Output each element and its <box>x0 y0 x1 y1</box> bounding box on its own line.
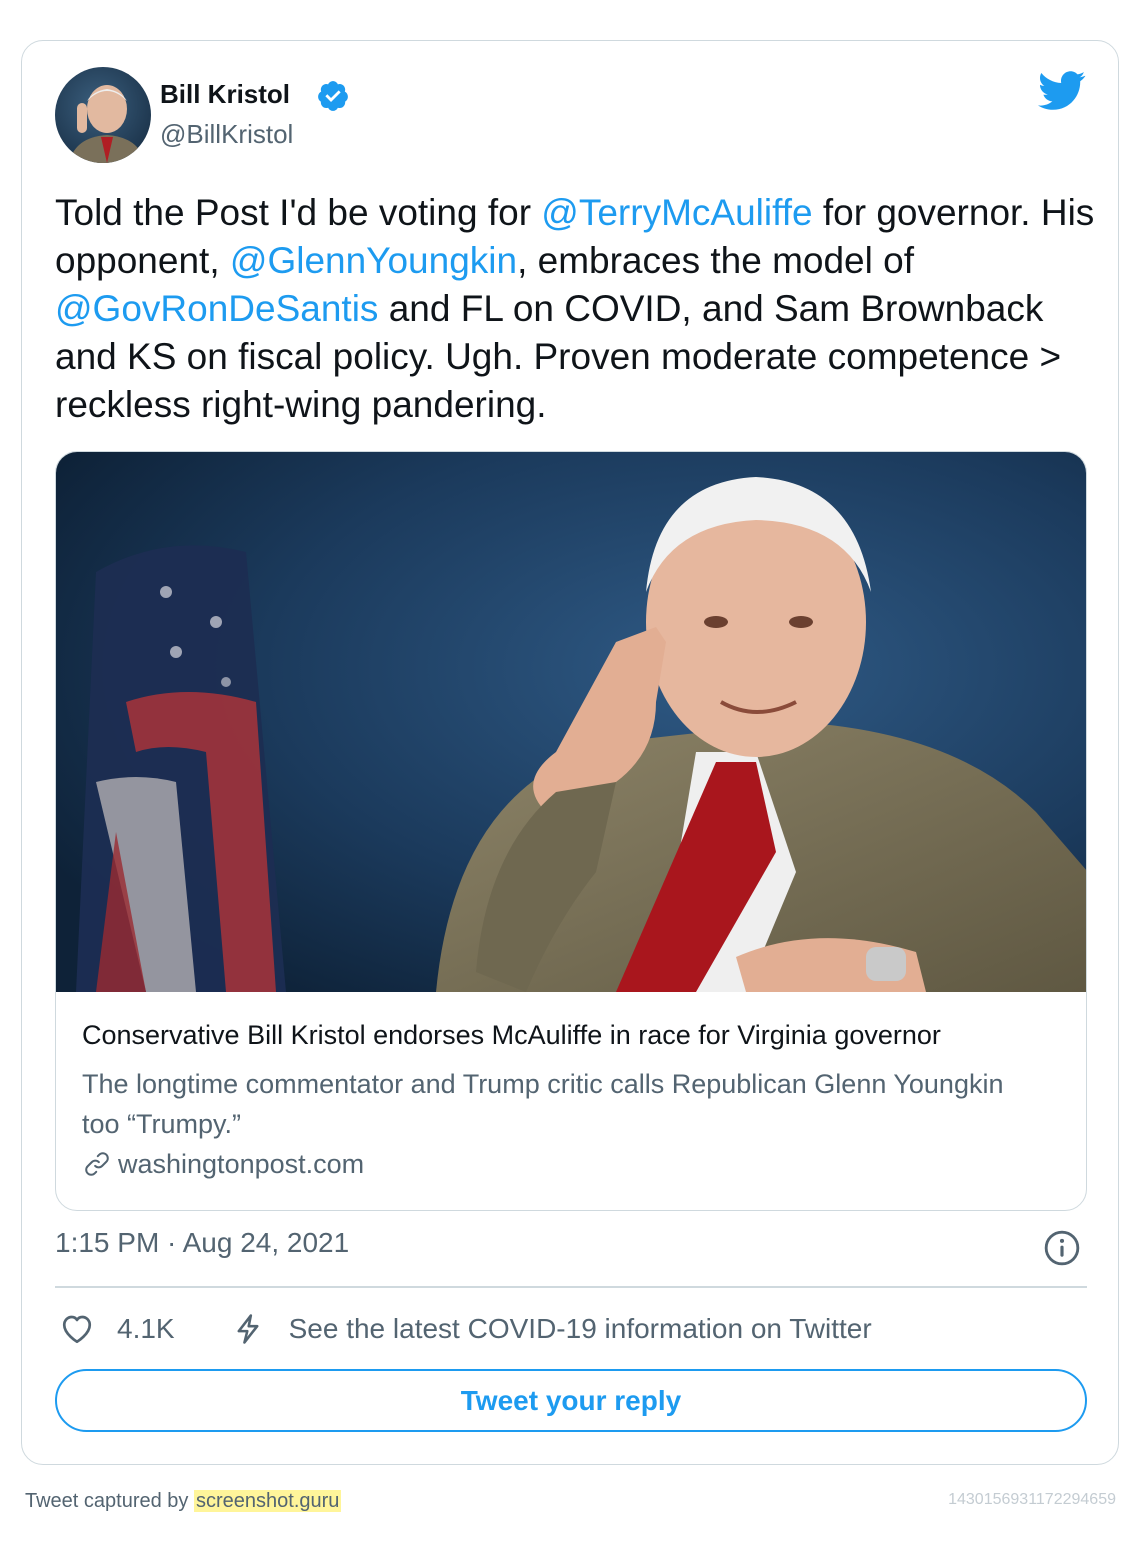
author-handle[interactable]: @BillKristol <box>160 119 293 150</box>
tweet-text-segment: , embraces the model of <box>517 240 914 281</box>
avatar-portrait <box>69 85 145 163</box>
mention-link[interactable]: @TerryMcAuliffe <box>541 192 812 233</box>
avatar[interactable] <box>55 67 151 163</box>
tweet-timestamp[interactable]: 1:15 PM · Aug 24, 2021 <box>55 1227 349 1259</box>
link-preview-domain-row[interactable]: washingtonpost.com <box>82 1146 364 1182</box>
link-icon <box>85 1152 109 1176</box>
author-name[interactable]: Bill Kristol <box>160 79 290 110</box>
divider <box>55 1286 1087 1288</box>
tweet-reply-button[interactable]: Tweet your reply <box>55 1369 1087 1432</box>
capture-brand-link[interactable]: screenshot.guru <box>193 1490 342 1512</box>
link-preview-description: The longtime commentator and Trump criti… <box>82 1069 1004 1139</box>
link-preview-image[interactable] <box>56 452 1086 992</box>
info-icon[interactable] <box>1043 1229 1081 1267</box>
actions-row: 4.1K See the latest COVID-19 information… <box>59 1309 872 1349</box>
capture-credit-text: Tweet captured by <box>25 1490 194 1512</box>
photo-illustration <box>56 452 1086 992</box>
mention-link[interactable]: @GlennYoungkin <box>230 240 517 281</box>
covid-info-link[interactable]: See the latest COVID-19 information on T… <box>289 1313 872 1345</box>
tweet-text: Told the Post I'd be voting for @TerryMc… <box>55 189 1095 429</box>
verified-badge-icon <box>318 81 348 111</box>
link-preview-title[interactable]: Conservative Bill Kristol endorses McAul… <box>82 1020 941 1051</box>
tweet-text-segment: Told the Post I'd be voting for <box>55 192 542 233</box>
link-preview-domain: washingtonpost.com <box>118 1148 365 1179</box>
link-preview-card[interactable]: Conservative Bill Kristol endorses McAul… <box>55 451 1087 1211</box>
mention-link[interactable]: @GovRonDeSantis <box>55 288 378 329</box>
twitter-bird-icon[interactable] <box>1038 71 1086 111</box>
tweet-id: 1430156931172294659 <box>948 1491 1116 1508</box>
heart-icon[interactable] <box>59 1311 95 1347</box>
like-count[interactable]: 4.1K <box>117 1313 175 1345</box>
lightning-bolt-icon <box>237 1314 259 1344</box>
tweet-card: Bill Kristol @BillKristol Told the Post … <box>21 40 1119 1465</box>
capture-credit: Tweet captured by screenshot.guru <box>25 1490 342 1513</box>
